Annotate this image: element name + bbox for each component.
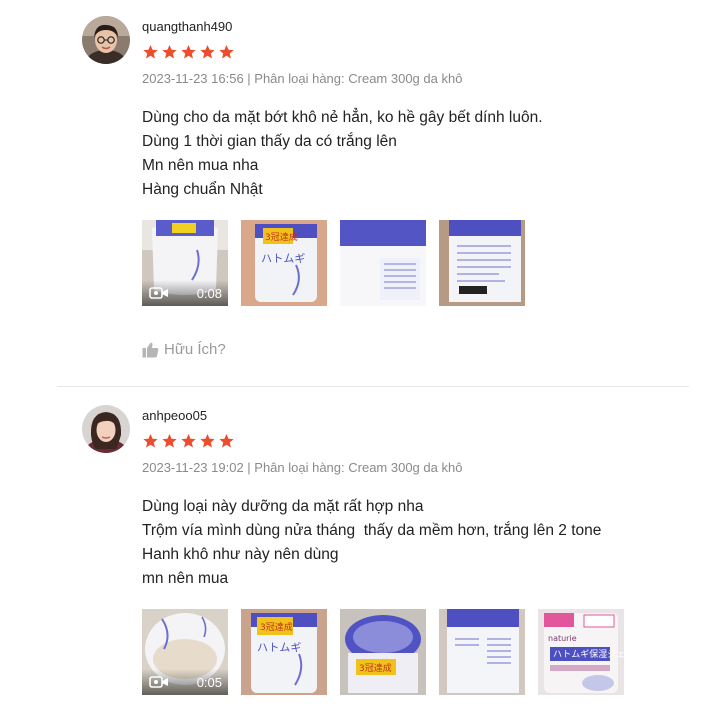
helpful-button[interactable]: Hữu Ích?: [142, 341, 226, 358]
svg-text:ハトムギ保湿ジェル: ハトムギ保湿ジェル: [553, 648, 624, 660]
star-icon: [162, 45, 177, 59]
star-icon: [162, 434, 177, 448]
review-text: Dùng cho da mặt bớt khô nẻ hẳn, ko hề gâ…: [142, 106, 543, 202]
image-thumbnail[interactable]: 3冠達成 ハトムギ: [241, 220, 327, 306]
review-media: 0:05 3冠達成 ハトムギ 3冠達成 naturie ハトムギ保湿ジェ: [142, 609, 624, 695]
review-meta: 2023-11-23 16:56 | Phân loại hàng: Cream…: [142, 71, 463, 86]
review-line: mn nên mua: [142, 570, 229, 587]
thumbs-up-icon: [142, 342, 159, 357]
review-text: Dùng loại này dưỡng da mặt rất hợp nha T…: [142, 495, 601, 591]
review-line: Dùng loại này dưỡng da mặt rất hợp nha: [142, 498, 424, 515]
star-icon: [181, 45, 196, 59]
username: anhpeoo05: [142, 408, 208, 423]
video-camera-icon: [149, 676, 168, 688]
svg-text:3冠達成: 3冠達成: [359, 662, 392, 674]
video-camera-icon: [149, 287, 168, 299]
video-overlay: 0:05: [142, 669, 228, 695]
image-thumbnail[interactable]: naturie ハトムギ保湿ジェル: [538, 609, 624, 695]
svg-text:3冠達成: 3冠達成: [260, 621, 293, 633]
review-line: Dùng 1 thời gian thấy da có trắng lên: [142, 133, 397, 150]
review-meta: 2023-11-23 19:02 | Phân loại hàng: Cream…: [142, 460, 463, 475]
star-icon: [143, 45, 158, 59]
review-line: Hàng chuẩn Nhật: [142, 181, 263, 198]
image-thumbnail[interactable]: 3冠達成 ハトムギ: [241, 609, 327, 695]
svg-text:naturie: naturie: [548, 634, 577, 643]
review-divider: [57, 386, 689, 387]
image-thumbnail[interactable]: [439, 220, 525, 306]
star-icon: [200, 434, 215, 448]
avatar[interactable]: [82, 16, 130, 64]
video-thumbnail[interactable]: 0:08: [142, 220, 228, 306]
svg-text:3冠達成: 3冠達成: [265, 231, 298, 243]
video-duration: 0:05: [196, 674, 222, 690]
image-thumbnail[interactable]: 3冠達成: [340, 609, 426, 695]
star-icon: [219, 45, 234, 59]
avatar[interactable]: [82, 405, 130, 453]
image-thumbnail[interactable]: [340, 220, 426, 306]
video-overlay: 0:08: [142, 280, 228, 306]
helpful-label: Hữu Ích?: [164, 341, 226, 358]
image-thumbnail[interactable]: [439, 609, 525, 695]
review-line: Trộm vía mình dùng nửa tháng thấy da mềm…: [142, 522, 602, 539]
star-icon: [181, 434, 196, 448]
review-media: 0:08 3冠達成 ハトムギ: [142, 220, 525, 306]
review-line: Dùng cho da mặt bớt khô nẻ hẳn, ko hề gâ…: [142, 109, 543, 126]
star-icon: [200, 45, 215, 59]
review-line: Hanh khô như này nên dùng: [142, 546, 339, 563]
video-duration: 0:08: [196, 285, 222, 301]
rating-stars: [142, 44, 235, 60]
star-icon: [219, 434, 234, 448]
review-line: Mn nên mua nha: [142, 157, 259, 174]
username: quangthanh490: [142, 19, 233, 34]
svg-text:ハトムギ: ハトムギ: [257, 641, 301, 654]
rating-stars: [142, 433, 235, 449]
star-icon: [143, 434, 158, 448]
svg-text:ハトムギ: ハトムギ: [261, 252, 305, 265]
video-thumbnail[interactable]: 0:05: [142, 609, 228, 695]
